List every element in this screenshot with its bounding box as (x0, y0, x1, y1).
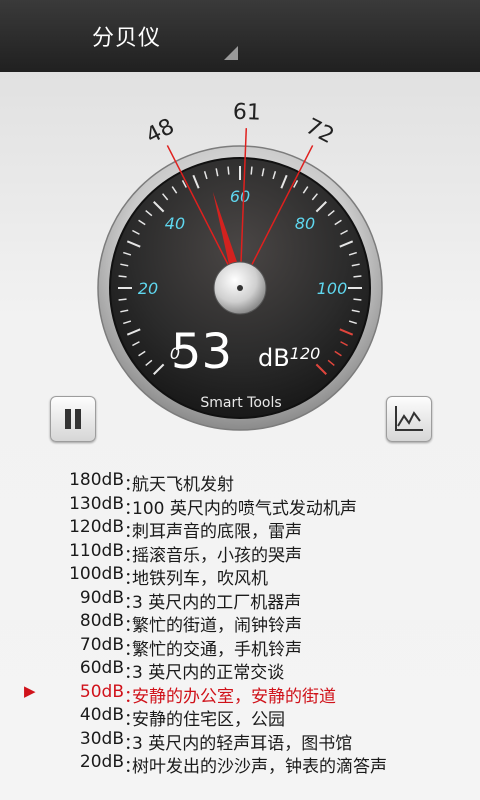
reference-db: 110dB (69, 540, 124, 561)
reference-description: 安静的办公室，安静的街道 (132, 686, 336, 707)
reference-db: 60dB (79, 658, 124, 678)
reference-row: 130dB： 100 英尺内的喷气式发动机声 (0, 493, 480, 519)
reference-db: 50dB (79, 681, 124, 702)
gauge-tick (118, 275, 127, 278)
reference-db: 100dB (69, 564, 124, 584)
reference-row: ▶ 50dB：安静的办公室，安静的街道 (0, 681, 480, 707)
scale-label: 100 (317, 279, 348, 298)
reference-row: 40dB：安静的住宅区，公园 (0, 705, 480, 730)
decibel-reference-list: 180dB：航天飞机发射 130dB： 100 英尺内的喷气式发动机声 120dB：刺… (0, 470, 480, 800)
app-title: 分贝仪 (92, 26, 162, 51)
title-bar: 分贝仪 (0, 0, 480, 72)
scale-label: 120 (290, 344, 321, 363)
reference-description: 3 英尺内的工厂机器声 (132, 592, 302, 613)
current-reading: 53 (171, 324, 232, 380)
gauge-tick (353, 298, 362, 301)
reference-description: 刺耳声音的底限，雷声 (132, 522, 302, 542)
reference-row: 70dB：繁忙的交通，手机铃声 (0, 634, 480, 660)
gauge-tick (250, 166, 253, 175)
peak-marker-label: 72 (302, 114, 338, 149)
reading-unit: dB (258, 344, 290, 372)
reference-db: 90dB (79, 587, 124, 608)
reference-description: 树叶发出的沙沙声，钟表的滴答声 (132, 757, 387, 777)
current-level-marker-icon: ▶ (24, 681, 36, 700)
history-chart-button[interactable] (386, 396, 432, 442)
gauge-tick (227, 166, 230, 175)
overflow-corner-icon[interactable] (224, 46, 238, 60)
brand-label: Smart Tools (200, 395, 281, 411)
peak-marker-label: 61 (232, 100, 261, 126)
reference-row: 20dB：树叶发出的沙沙声，钟表的滴答声 (0, 752, 480, 777)
reference-row: 110dB：摇滚音乐，小孩的哭声 (0, 540, 480, 566)
reference-row: 120dB：刺耳声音的底限，雷声 (0, 517, 480, 542)
reference-description: 100 英尺内的喷气式发动机声 (132, 498, 357, 519)
reference-description: 3 英尺内的轻声耳语，图书馆 (132, 733, 353, 754)
reference-description: 繁忙的街道，闹钟铃声 (132, 616, 302, 636)
reference-db: 120dB (69, 517, 124, 537)
reference-description: 航天飞机发射 (132, 475, 234, 495)
reference-db: 40dB (79, 705, 124, 725)
reference-db: 180dB (69, 470, 124, 490)
reference-db: 30dB (79, 728, 124, 749)
reference-description: 安静的住宅区，公园 (132, 710, 285, 730)
reference-db: 20dB (79, 752, 124, 772)
reference-row: 90dB： 3 英尺内的工厂机器声 (0, 587, 480, 613)
reference-row: 100dB：地铁列车，吹风机 (0, 564, 480, 589)
reference-db: 130dB (69, 493, 124, 514)
gauge-tick (353, 275, 362, 278)
reference-description: 3 英尺内的正常交谈 (132, 663, 285, 683)
hub-screw (237, 285, 243, 291)
reference-description: 繁忙的交通，手机铃声 (132, 639, 302, 660)
peak-marker-label: 48 (142, 114, 178, 149)
reference-row: 60dB： 3 英尺内的正常交谈 (0, 658, 480, 683)
reference-row: 80dB：繁忙的街道，闹钟铃声 (0, 611, 480, 636)
scale-label: 60 (230, 187, 250, 206)
reference-description: 地铁列车，吹风机 (132, 569, 268, 589)
scale-label: 40 (165, 214, 185, 233)
reference-db: 70dB (79, 634, 124, 655)
reference-db: 80dB (79, 611, 124, 631)
gauge-tick (118, 298, 127, 301)
reference-row: 180dB：航天飞机发射 (0, 470, 480, 495)
scale-label: 20 (138, 279, 158, 298)
line-chart-icon (395, 406, 423, 431)
reference-row: 30dB： 3 英尺内的轻声耳语，图书馆 (0, 728, 480, 754)
scale-label: 80 (295, 214, 315, 233)
pause-button[interactable] (50, 396, 96, 442)
reference-description: 摇滚音乐，小孩的哭声 (132, 545, 302, 566)
